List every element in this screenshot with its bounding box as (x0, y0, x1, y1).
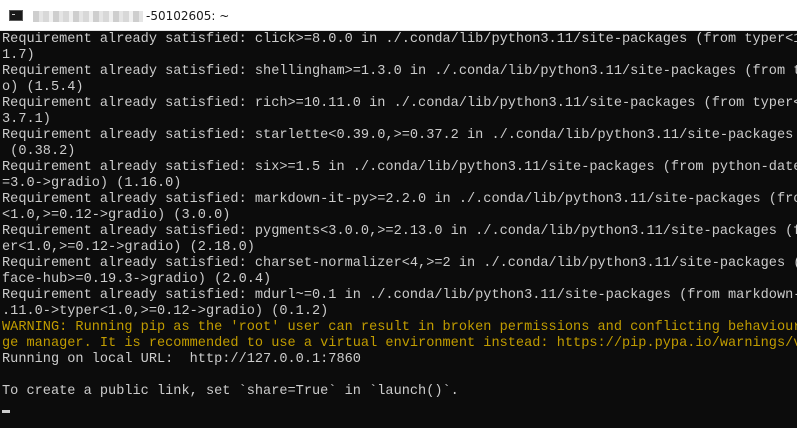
terminal-line: 3.7.1) (2, 112, 51, 127)
terminal-line: .11.0->typer<1.0,>=0.12->gradio) (0.1.2) (2, 304, 329, 319)
terminal-line: Requirement already satisfied: shellingh… (2, 64, 797, 79)
text-cursor (2, 410, 10, 413)
terminal-line: 1.7) (2, 48, 35, 63)
terminal-line: face-hub>=0.19.3->gradio) (2.0.4) (2, 272, 272, 287)
terminal-line: <1.0,>=0.12->gradio) (3.0.0) (2, 208, 231, 223)
terminal-line: Requirement already satisfied: rich>=10.… (2, 96, 797, 111)
public-link-hint-line: To create a public link, set `share=True… (2, 384, 459, 399)
terminal-line: Requirement already satisfied: six>=1.5 … (2, 160, 797, 175)
console-app-icon (9, 10, 23, 21)
terminal-output[interactable]: Requirement already satisfied: click>=8.… (0, 32, 797, 428)
terminal-line: Requirement already satisfied: click>=8.… (2, 32, 797, 47)
warning-line: ge manager. It is recommended to use a v… (2, 336, 797, 351)
terminal-line: er<1.0,>=0.12->gradio) (2.18.0) (2, 240, 255, 255)
terminal-line: o) (1.5.4) (2, 80, 84, 95)
local-url-line: Running on local URL: http://127.0.0.1:7… (2, 352, 361, 367)
warning-line: WARNING: Running pip as the 'root' user … (2, 320, 797, 335)
window-title: -50102605: ~ (146, 9, 230, 23)
redacted-title-segment (33, 11, 143, 22)
terminal-line: Requirement already satisfied: charset-n… (2, 256, 797, 271)
terminal-line: Requirement already satisfied: starlette… (2, 128, 797, 143)
terminal-line: Requirement already satisfied: markdown-… (2, 192, 797, 207)
terminal-line: Requirement already satisfied: mdurl~=0.… (2, 288, 797, 303)
terminal-window: -50102605: ~ Requirement already satisfi… (0, 0, 797, 428)
title-bar[interactable]: -50102605: ~ (0, 0, 797, 31)
terminal-line: =3.0->gradio) (1.16.0) (2, 176, 182, 191)
terminal-line: Requirement already satisfied: pygments<… (2, 224, 797, 239)
terminal-line: (0.38.2) (2, 144, 76, 159)
